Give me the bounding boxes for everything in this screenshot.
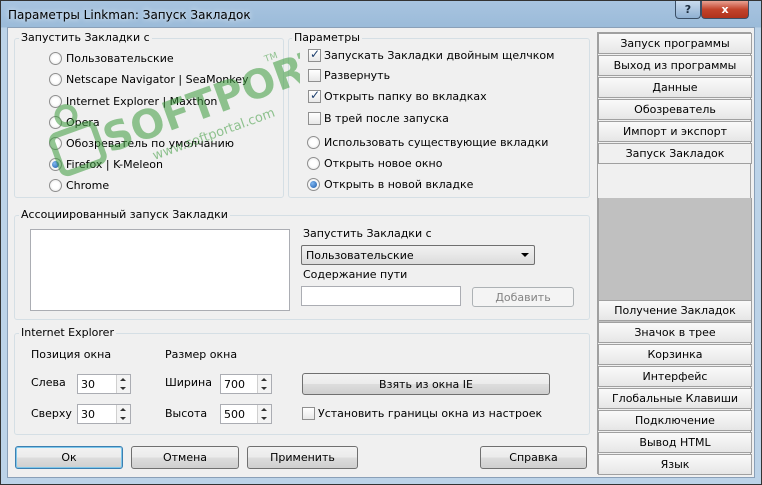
position-label: Позиция окна — [31, 348, 112, 361]
path-input[interactable] — [301, 286, 461, 306]
height-label: Высота — [165, 407, 208, 420]
window-title: Параметры Linkman: Запуск Закладок — [8, 8, 251, 22]
settings-nav: Запуск программы Выход из программы Данные… — [597, 32, 752, 475]
help-button[interactable]: Справка — [480, 446, 587, 469]
params-checkbox[interactable]: ✓ — [308, 47, 321, 62]
chevron-down-icon — [261, 417, 267, 420]
chevron-up-icon — [120, 378, 126, 381]
nav-item[interactable]: Обозреватель — [598, 99, 752, 120]
help-icon[interactable]: ? — [675, 1, 701, 19]
nav-item[interactable]: Запуск программы — [598, 33, 752, 54]
stepper-arrows[interactable] — [257, 405, 271, 423]
apply-button[interactable]: Применить — [247, 446, 358, 469]
width-stepper[interactable]: 700 — [220, 374, 272, 394]
params-checkbox[interactable] — [308, 69, 321, 82]
chevron-down-icon — [261, 387, 267, 390]
chevron-down-icon — [521, 253, 529, 257]
ok-button[interactable]: Ок — [15, 446, 123, 469]
open-mode-radio[interactable] — [307, 157, 320, 170]
top-value: 30 — [81, 408, 95, 421]
open-mode-radio-label: Использовать существующие вкладки — [324, 136, 549, 149]
chevron-up-icon — [120, 408, 126, 411]
nav-item[interactable]: Запуск Закладок — [598, 143, 752, 164]
launch-radio-label: Opera — [66, 116, 100, 129]
check-icon: ✓ — [310, 47, 321, 61]
nav-item[interactable]: Язык — [598, 454, 752, 475]
launch-radio-label: Обозреватель по умолчанию — [66, 137, 235, 150]
open-mode-radio-label: Открыть новое окно — [324, 157, 443, 170]
left-label: Слева — [31, 376, 66, 389]
launch-radio-label: Пользовательские — [66, 52, 174, 65]
launch-radio[interactable] — [49, 137, 62, 150]
height-stepper[interactable]: 500 — [220, 404, 272, 424]
width-label: Ширина — [165, 376, 212, 389]
open-mode-radio[interactable] — [307, 178, 320, 191]
close-icon[interactable]: x — [701, 1, 749, 19]
cancel-button[interactable]: Отмена — [131, 446, 239, 469]
params-checkbox-label: Запускать Закладки двойным щелчком — [324, 49, 555, 62]
title-bar[interactable]: Параметры Linkman: Запуск Закладок ? x — [1, 1, 761, 27]
launch-radio-label: Chrome — [66, 179, 110, 192]
launch-radio[interactable] — [49, 95, 62, 108]
nav-item[interactable]: Подключение — [598, 410, 752, 431]
launch-group-title: Запустить Закладки с — [19, 31, 152, 44]
launch-radio-label: Internet Explorer | Maxthon — [66, 95, 218, 108]
open-mode-radio[interactable] — [307, 136, 320, 149]
nav-item[interactable]: Корзинка — [598, 344, 752, 365]
chevron-up-icon — [261, 378, 267, 381]
nav-item[interactable]: Вывод HTML — [598, 432, 752, 453]
assoc-launch-select[interactable]: Пользовательские — [301, 245, 535, 265]
assoc-launch-label: Запустить Закладки с — [303, 227, 432, 240]
launch-radio-label: Firefox | K-Meleon — [66, 158, 163, 171]
bounds-checkbox[interactable] — [302, 407, 315, 420]
stepper-arrows[interactable] — [116, 405, 130, 423]
left-stepper[interactable]: 30 — [77, 374, 131, 394]
open-mode-radio-label: Открыть в новой вкладке — [324, 178, 474, 191]
add-button[interactable]: Добавить — [472, 287, 574, 307]
launch-radio[interactable] — [49, 73, 62, 86]
stepper-arrows[interactable] — [116, 375, 130, 393]
size-label: Размер окна — [165, 348, 238, 361]
launch-radio[interactable] — [49, 116, 62, 129]
params-checkbox-label: В трей после запуска — [324, 112, 449, 125]
top-stepper[interactable]: 30 — [77, 404, 131, 424]
nav-item[interactable]: Выход из программы — [598, 55, 752, 76]
take-from-ie-button[interactable]: Взять из окна IE — [302, 373, 550, 395]
nav-item[interactable]: Интерфейс — [598, 366, 752, 387]
params-checkbox-label: Открыть папку во вкладках — [324, 90, 487, 103]
launch-radio-label: Netscape Navigator | SeaMonkey — [66, 73, 249, 86]
launch-radio[interactable] — [49, 158, 62, 171]
assoc-list[interactable] — [30, 229, 290, 311]
top-label: Сверху — [31, 407, 72, 420]
launch-radio[interactable] — [49, 52, 62, 65]
assoc-group-title: Ассоциированный запуск Закладки — [19, 208, 230, 221]
path-label: Содержание пути — [303, 268, 408, 281]
nav-item[interactable]: Получение Закладок — [598, 300, 752, 321]
params-group-title: Параметры — [292, 31, 362, 44]
params-checkbox[interactable]: ✓ — [308, 88, 321, 103]
ie-group-title: Internet Explorer — [19, 326, 116, 339]
launch-radio[interactable] — [49, 179, 62, 192]
check-icon: ✓ — [310, 88, 321, 102]
params-checkbox-label: Развернуть — [324, 69, 391, 82]
nav-item[interactable]: Значок в трее — [598, 322, 752, 343]
chevron-down-icon — [120, 417, 126, 420]
chevron-down-icon — [120, 387, 126, 390]
nav-item[interactable]: Глобальные Клавиши — [598, 388, 752, 409]
chevron-up-icon — [261, 408, 267, 411]
left-value: 30 — [81, 378, 95, 391]
params-checkbox[interactable] — [308, 112, 321, 125]
width-value: 700 — [224, 378, 245, 391]
nav-item[interactable]: Данные — [598, 77, 752, 98]
nav-item[interactable]: Импорт и экспорт — [598, 121, 752, 142]
stepper-arrows[interactable] — [257, 375, 271, 393]
height-value: 500 — [224, 408, 245, 421]
bounds-checkbox-label: Установить границы окна из настроек — [318, 407, 543, 420]
assoc-launch-value: Пользовательские — [306, 249, 414, 262]
